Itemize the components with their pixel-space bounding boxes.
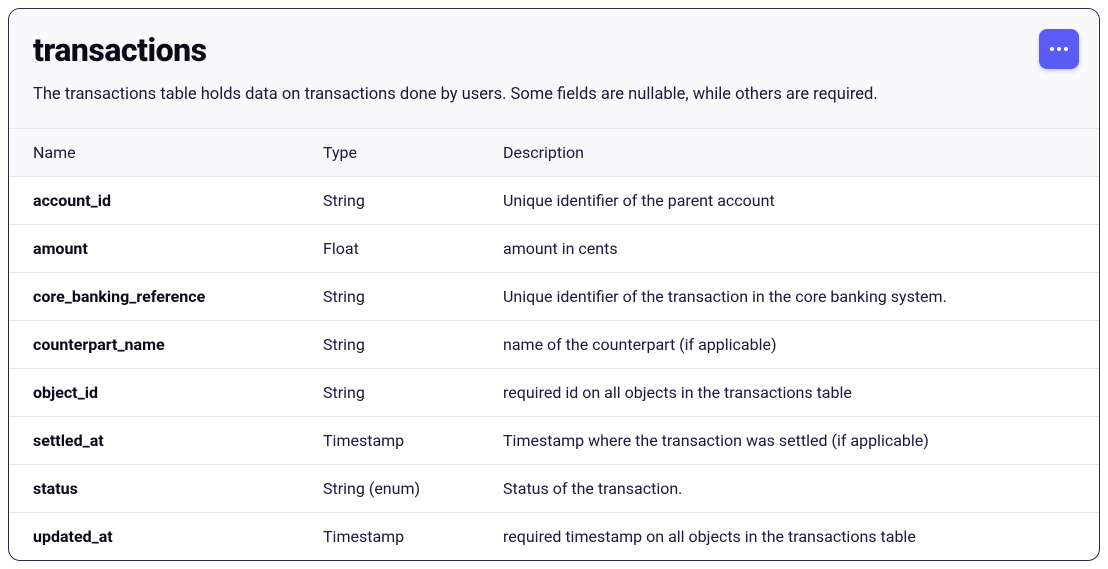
field-name: updated_at — [33, 513, 323, 560]
field-type: String — [323, 321, 503, 368]
field-description: required timestamp on all objects in the… — [503, 513, 1075, 560]
column-header-name: Name — [33, 129, 323, 176]
card-description: The transactions table holds data on tra… — [33, 83, 1075, 106]
table-row: statusString (enum)Status of the transac… — [9, 465, 1099, 513]
table-row: settled_atTimestampTimestamp where the t… — [9, 417, 1099, 465]
column-header-type: Type — [323, 129, 503, 176]
field-name: account_id — [33, 177, 323, 224]
field-type: String — [323, 273, 503, 320]
field-name: amount — [33, 225, 323, 272]
field-description: Unique identifier of the transaction in … — [503, 273, 1075, 320]
field-type: Float — [323, 225, 503, 272]
transactions-card: transactions The transactions table hold… — [8, 8, 1100, 561]
more-horizontal-icon — [1050, 47, 1068, 51]
table-row: core_banking_referenceStringUnique ident… — [9, 273, 1099, 321]
table-row: counterpart_nameStringname of the counte… — [9, 321, 1099, 369]
field-description: Unique identifier of the parent account — [503, 177, 1075, 224]
more-button[interactable] — [1039, 29, 1079, 69]
table-row: object_idStringrequired id on all object… — [9, 369, 1099, 417]
field-name: status — [33, 465, 323, 512]
card-header: transactions The transactions table hold… — [9, 9, 1099, 129]
table-row: updated_atTimestamprequired timestamp on… — [9, 513, 1099, 560]
field-description: name of the counterpart (if applicable) — [503, 321, 1075, 368]
field-name: counterpart_name — [33, 321, 323, 368]
column-header-description: Description — [503, 129, 1075, 176]
field-type: String (enum) — [323, 465, 503, 512]
field-name: core_banking_reference — [33, 273, 323, 320]
field-description: Status of the transaction. — [503, 465, 1075, 512]
field-type: Timestamp — [323, 513, 503, 560]
table-body: account_idStringUnique identifier of the… — [9, 177, 1099, 560]
field-type: String — [323, 177, 503, 224]
field-type: Timestamp — [323, 417, 503, 464]
field-name: settled_at — [33, 417, 323, 464]
field-description: amount in cents — [503, 225, 1075, 272]
field-type: String — [323, 369, 503, 416]
table-row: account_idStringUnique identifier of the… — [9, 177, 1099, 225]
card-title: transactions — [33, 31, 1075, 69]
table-row: amountFloatamount in cents — [9, 225, 1099, 273]
field-name: object_id — [33, 369, 323, 416]
field-description: required id on all objects in the transa… — [503, 369, 1075, 416]
field-description: Timestamp where the transaction was sett… — [503, 417, 1075, 464]
table-header-row: Name Type Description — [9, 129, 1099, 177]
